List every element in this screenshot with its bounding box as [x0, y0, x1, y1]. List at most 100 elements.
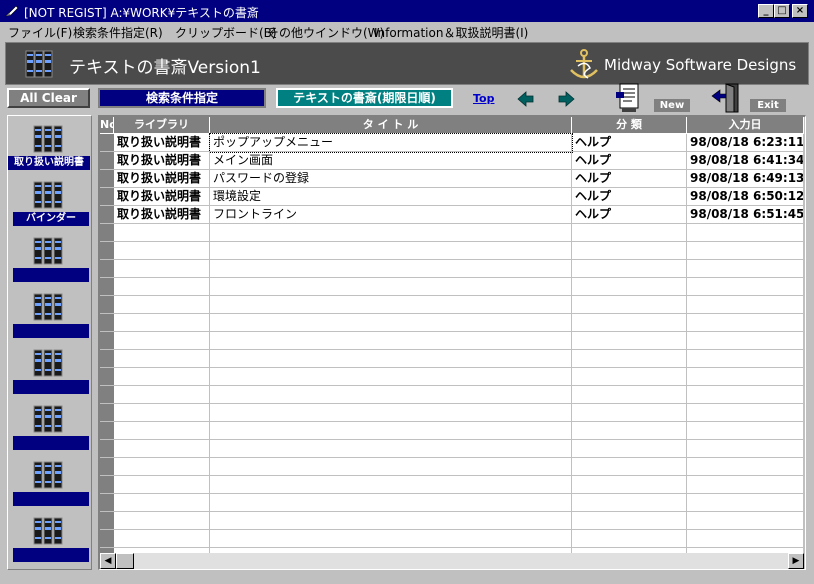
row-selector[interactable]	[100, 512, 114, 530]
row-selector[interactable]	[100, 134, 114, 152]
cell-library[interactable]	[114, 368, 210, 386]
table-row[interactable]	[114, 332, 804, 350]
cell-title[interactable]: フロントライン	[210, 206, 572, 224]
sidebar-library-item[interactable]: 取り扱い説明書	[8, 116, 93, 172]
cell-library[interactable]	[114, 530, 210, 548]
cell-category[interactable]	[572, 278, 687, 296]
row-selector[interactable]	[100, 422, 114, 440]
sidebar-library-item[interactable]	[8, 340, 93, 396]
table-row[interactable]	[114, 260, 804, 278]
row-selector[interactable]	[100, 404, 114, 422]
table-row[interactable]	[114, 242, 804, 260]
cell-library[interactable]	[114, 350, 210, 368]
cell-title[interactable]	[210, 332, 572, 350]
cell-category[interactable]	[572, 422, 687, 440]
table-row[interactable]	[114, 314, 804, 332]
minimize-button[interactable]: _	[758, 4, 774, 18]
cell-title[interactable]	[210, 494, 572, 512]
cell-date[interactable]	[687, 314, 804, 332]
cell-date[interactable]	[687, 386, 804, 404]
cell-category[interactable]	[572, 440, 687, 458]
cell-date[interactable]	[687, 476, 804, 494]
sidebar-library-item[interactable]	[8, 452, 93, 508]
cell-date[interactable]	[687, 368, 804, 386]
cell-title[interactable]: メイン画面	[210, 152, 572, 170]
column-header-library[interactable]: ライブラリ	[114, 117, 210, 133]
cell-title[interactable]	[210, 458, 572, 476]
row-selector[interactable]	[100, 494, 114, 512]
table-row[interactable]	[114, 476, 804, 494]
menu-information[interactable]: Information＆取扱説明書(I)	[374, 24, 528, 41]
cell-title[interactable]	[210, 260, 572, 278]
exit-door-icon[interactable]	[710, 82, 742, 114]
row-selector[interactable]	[100, 386, 114, 404]
cell-library[interactable]	[114, 314, 210, 332]
cell-date[interactable]: 98/08/18 6:51:45	[687, 206, 804, 224]
menu-clipboard[interactable]: クリップボード(B)	[175, 24, 277, 41]
row-selector[interactable]	[100, 206, 114, 224]
cell-library[interactable]	[114, 386, 210, 404]
cell-date[interactable]	[687, 350, 804, 368]
menu-file[interactable]: ファイル(F)	[8, 24, 72, 41]
cell-date[interactable]	[687, 422, 804, 440]
cell-library[interactable]	[114, 494, 210, 512]
table-row[interactable]	[114, 440, 804, 458]
cell-title[interactable]: パスワードの登録	[210, 170, 572, 188]
cell-category[interactable]	[572, 512, 687, 530]
cell-category[interactable]: ヘルプ	[572, 206, 687, 224]
table-row[interactable]	[114, 530, 804, 548]
table-row[interactable]	[114, 458, 804, 476]
arrow-left-icon[interactable]	[517, 91, 535, 107]
row-selector[interactable]	[100, 260, 114, 278]
row-selector[interactable]	[100, 152, 114, 170]
cell-title[interactable]	[210, 440, 572, 458]
cell-title[interactable]	[210, 386, 572, 404]
table-row[interactable]	[114, 422, 804, 440]
row-selector[interactable]	[100, 242, 114, 260]
cell-date[interactable]	[687, 278, 804, 296]
cell-category[interactable]	[572, 296, 687, 314]
cell-date[interactable]	[687, 224, 804, 242]
cell-date[interactable]	[687, 404, 804, 422]
cell-library[interactable]: 取り扱い説明書	[114, 206, 210, 224]
table-row[interactable]: 取り扱い説明書 環境設定 ヘルプ 98/08/18 6:50:12	[114, 188, 804, 206]
table-row[interactable]: 取り扱い説明書 フロントライン ヘルプ 98/08/18 6:51:45	[114, 206, 804, 224]
exit-label[interactable]: Exit	[750, 99, 786, 112]
cell-library[interactable]: 取り扱い説明書	[114, 134, 210, 152]
row-selector[interactable]	[100, 278, 114, 296]
cell-date[interactable]	[687, 242, 804, 260]
scroll-right-button[interactable]: ▶	[788, 553, 804, 569]
cell-library[interactable]	[114, 224, 210, 242]
cell-library[interactable]	[114, 512, 210, 530]
table-row[interactable]	[114, 224, 804, 242]
cell-library[interactable]	[114, 404, 210, 422]
cell-category[interactable]: ヘルプ	[572, 134, 687, 152]
cell-library[interactable]: 取り扱い説明書	[114, 188, 210, 206]
row-selector[interactable]	[100, 530, 114, 548]
cell-category[interactable]	[572, 476, 687, 494]
sidebar-library-item[interactable]	[8, 396, 93, 452]
cell-title[interactable]	[210, 242, 572, 260]
cell-library[interactable]	[114, 458, 210, 476]
cell-date[interactable]: 98/08/18 6:23:11	[687, 134, 804, 152]
cell-category[interactable]	[572, 350, 687, 368]
cell-category[interactable]	[572, 494, 687, 512]
cell-category[interactable]	[572, 530, 687, 548]
cell-date[interactable]	[687, 440, 804, 458]
table-row[interactable]	[114, 368, 804, 386]
cell-title[interactable]: 環境設定	[210, 188, 572, 206]
horizontal-scrollbar[interactable]: ◀ ▶	[100, 553, 804, 569]
cell-title[interactable]	[210, 350, 572, 368]
cell-title[interactable]	[210, 314, 572, 332]
scroll-thumb[interactable]	[116, 553, 134, 569]
top-link[interactable]: Top	[473, 92, 494, 105]
table-row[interactable]	[114, 296, 804, 314]
cell-library[interactable]	[114, 422, 210, 440]
cell-title[interactable]	[210, 278, 572, 296]
table-row[interactable]	[114, 386, 804, 404]
scroll-left-button[interactable]: ◀	[100, 553, 116, 569]
cell-library[interactable]	[114, 440, 210, 458]
cell-category[interactable]	[572, 458, 687, 476]
new-document-icon[interactable]	[614, 82, 644, 114]
row-selector[interactable]	[100, 314, 114, 332]
